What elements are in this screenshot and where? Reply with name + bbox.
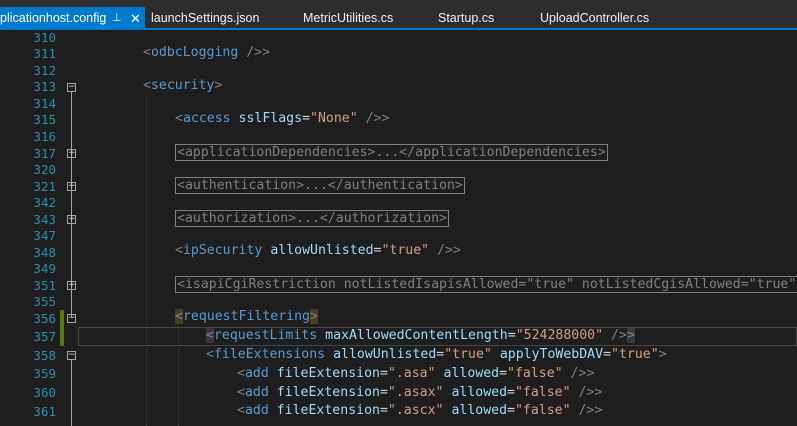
line-number: 321	[33, 179, 56, 194]
line-number: 349	[33, 261, 56, 276]
collapsed-region[interactable]: <applicationDependencies>...</applicatio…	[175, 144, 608, 161]
tab-startup[interactable]: Startup.cs	[438, 7, 494, 30]
code-line: <add fileExtension=".asax" allowed="fals…	[237, 385, 603, 400]
collapsed-region[interactable]: <authorization>...</authorization>	[175, 210, 449, 227]
tab-label: MetricUtilities.cs	[303, 11, 394, 25]
code-line: <ipSecurity allowUnlisted="true" />>	[175, 243, 461, 258]
line-number: 361	[33, 404, 56, 419]
tab-label: plicationhost.config	[0, 11, 107, 25]
line-number: 310	[33, 30, 56, 45]
line-number: 311	[33, 46, 56, 61]
line-number: 351	[33, 278, 56, 293]
pin-icon[interactable]: ⊥	[112, 7, 122, 30]
line-number: 348	[33, 245, 56, 260]
tab-metricutilities[interactable]: MetricUtilities.cs	[303, 7, 393, 30]
collapsed-region[interactable]: <authentication>...</authentication>	[175, 177, 465, 194]
tab-bar: plicationhost.config ⊥ ✕ launchSettings.…	[0, 0, 797, 30]
tab-uploadcontroller[interactable]: UploadController.cs	[540, 7, 649, 30]
tab-label: UploadController.cs	[540, 11, 650, 25]
line-number: 316	[33, 129, 56, 144]
collapse-icon[interactable]: −	[67, 83, 76, 92]
line-number: 314	[33, 96, 56, 111]
tab-label: launchSettings.json	[151, 11, 260, 25]
collapse-icon[interactable]: −	[67, 351, 76, 360]
expand-icon[interactable]: +	[67, 149, 76, 158]
line-number: 315	[33, 112, 56, 127]
expand-icon[interactable]: +	[67, 281, 76, 290]
code-line: <access sslFlags="None" />>	[175, 111, 390, 126]
code-line: <fileExtensions allowUnlisted="true" app…	[206, 347, 667, 362]
collapse-icon[interactable]: −	[67, 314, 76, 323]
tab-label: Startup.cs	[438, 11, 495, 25]
expand-icon[interactable]: +	[67, 215, 76, 224]
line-number: 358	[33, 348, 56, 363]
code-line: <add fileExtension=".asa" allowed="false…	[237, 366, 595, 381]
collapsed-region[interactable]: <isapiCgiRestriction notListedIsapisAllo…	[175, 276, 797, 293]
line-number: 342	[33, 195, 56, 210]
indent-guide	[178, 330, 179, 426]
tab-applicationhost-config[interactable]: plicationhost.config ⊥ ✕	[0, 7, 145, 30]
line-number: 343	[33, 212, 56, 227]
line-number: 312	[33, 63, 56, 78]
code-line: <add fileExtension=".ascx" allowed="fals…	[237, 403, 603, 418]
expand-icon[interactable]: +	[67, 182, 76, 191]
code-line: <requestFiltering>	[175, 309, 318, 324]
line-number: 317	[33, 146, 56, 161]
code-line: <odbcLogging />>	[143, 45, 271, 60]
line-number: 320	[33, 162, 56, 177]
code-editor[interactable]: 310 311 312 313 314 315 316 317 320 321 …	[0, 30, 797, 426]
code-line: <requestLimits maxAllowedContentLength="…	[206, 328, 635, 343]
indent-guide	[146, 95, 147, 426]
line-number: 359	[33, 366, 56, 381]
line-number: 357	[33, 329, 56, 344]
fold-guide	[71, 360, 72, 426]
line-number: 356	[33, 311, 56, 326]
line-number: 355	[33, 294, 56, 309]
change-marker	[60, 310, 64, 346]
line-number: 347	[33, 228, 56, 243]
close-icon[interactable]: ✕	[130, 7, 141, 30]
line-number: 313	[33, 79, 56, 94]
code-line: <security>	[143, 78, 223, 93]
line-number: 360	[33, 385, 56, 400]
tab-launchsettings[interactable]: launchSettings.json	[151, 7, 259, 30]
